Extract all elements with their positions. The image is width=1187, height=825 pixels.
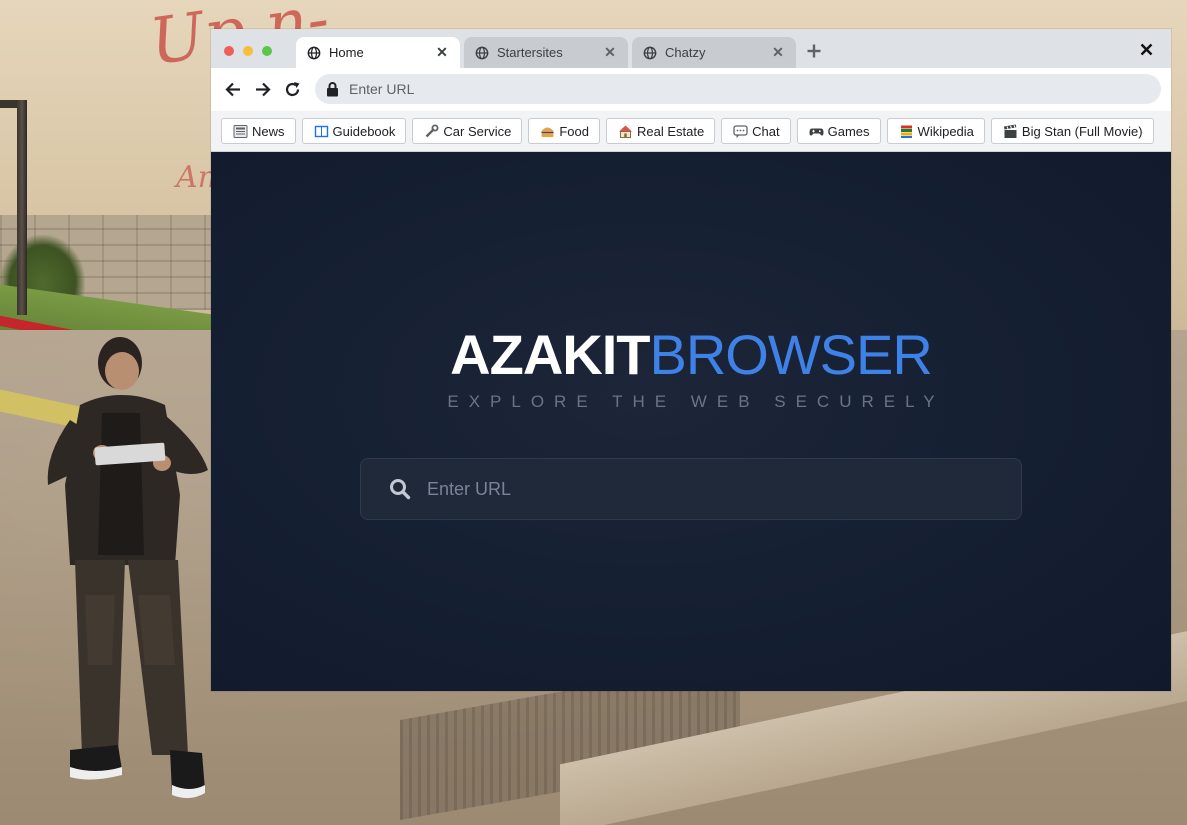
bookmark-label: Games	[827, 123, 870, 139]
clapperboard-icon	[1003, 123, 1017, 138]
globe-icon	[475, 46, 489, 59]
brand-logo: AZAKITBROWSER	[211, 322, 1171, 387]
bookmark-label: Real Estate	[636, 123, 705, 139]
globe-icon	[307, 46, 321, 59]
bookmark-label: Big Stan (Full Movie)	[1021, 123, 1143, 139]
tab-chatzy[interactable]: Chatzy ✕	[632, 37, 796, 68]
tab-label: Startersites	[497, 45, 563, 60]
tab-label: Home	[329, 45, 364, 60]
reload-icon	[285, 81, 299, 96]
search-icon	[390, 479, 411, 500]
bookmark-guidebook[interactable]: Guidebook	[301, 118, 407, 144]
arrow-left-icon	[224, 82, 240, 96]
bookmark-label: Chat	[752, 123, 780, 139]
home-search-box[interactable]	[360, 458, 1022, 520]
home-page: AZAKITBROWSER EXPLORE THE WEB SECURELY	[211, 152, 1171, 691]
window-close-dot[interactable]	[224, 46, 234, 56]
window-maximize-dot[interactable]	[262, 46, 272, 56]
address-bar[interactable]	[315, 74, 1161, 104]
back-button[interactable]	[222, 78, 244, 100]
lock-icon	[327, 81, 338, 96]
bookmark-games[interactable]: Games	[796, 118, 881, 144]
bookmark-label: Car Service	[443, 123, 512, 139]
new-tab-button[interactable]	[804, 41, 824, 61]
arrow-right-icon	[255, 82, 271, 96]
plus-icon	[807, 44, 821, 58]
bookmark-label: Guidebook	[332, 123, 396, 139]
bookmark-chat[interactable]: Chat	[721, 118, 791, 144]
bookmark-wikipedia[interactable]: Wikipedia	[886, 118, 985, 144]
tab-close-icon[interactable]: ✕	[771, 44, 785, 60]
books-icon	[900, 125, 912, 138]
brand-secondary: BROWSER	[649, 323, 932, 386]
player-character	[47, 337, 208, 799]
close-browser-button[interactable]	[1137, 40, 1155, 58]
gamepad-icon	[809, 128, 824, 136]
browser-window: Home ✕ Startersites ✕ Chatzy ✕ Enter URL…	[211, 29, 1171, 691]
reload-button[interactable]	[281, 78, 303, 100]
book-icon	[314, 125, 328, 137]
tab-close-icon[interactable]: ✕	[603, 44, 617, 60]
tab-home[interactable]: Home ✕	[296, 37, 460, 68]
bookmark-food[interactable]: Food	[528, 118, 600, 144]
brand-primary: AZAKIT	[450, 323, 650, 386]
street-lamp-pole	[17, 100, 27, 315]
house-icon	[618, 125, 632, 138]
burger-icon	[541, 127, 554, 137]
bookmarks-bar: News Guidebook Car Service Food Real Est…	[211, 111, 1171, 152]
navigation-toolbar	[211, 68, 1171, 111]
forward-button[interactable]	[251, 78, 273, 100]
wrench-icon	[426, 124, 439, 137]
home-search-input[interactable]	[427, 478, 987, 500]
tab-close-icon[interactable]: ✕	[435, 44, 449, 60]
tab-strip: Home ✕ Startersites ✕ Chatzy ✕	[211, 29, 1171, 68]
bookmark-big-stan[interactable]: Big Stan (Full Movie)	[990, 118, 1154, 144]
bookmark-news[interactable]: News	[221, 118, 296, 144]
globe-icon	[643, 46, 657, 59]
newspaper-icon	[233, 124, 248, 138]
bookmark-label: Food	[559, 123, 589, 139]
window-minimize-dot[interactable]	[243, 46, 253, 56]
speech-bubble-icon	[733, 124, 748, 138]
url-input[interactable]	[349, 81, 1129, 97]
tagline: EXPLORE THE WEB SECURELY	[447, 392, 945, 411]
bookmark-car-service[interactable]: Car Service	[412, 118, 523, 144]
close-icon	[1140, 43, 1152, 55]
bookmark-label: Wikipedia	[917, 123, 974, 139]
bookmark-label: News	[252, 123, 285, 139]
tab-label: Chatzy	[665, 45, 706, 60]
bookmark-real-estate[interactable]: Real Estate	[605, 118, 716, 144]
tab-startersites[interactable]: Startersites ✕	[464, 37, 628, 68]
